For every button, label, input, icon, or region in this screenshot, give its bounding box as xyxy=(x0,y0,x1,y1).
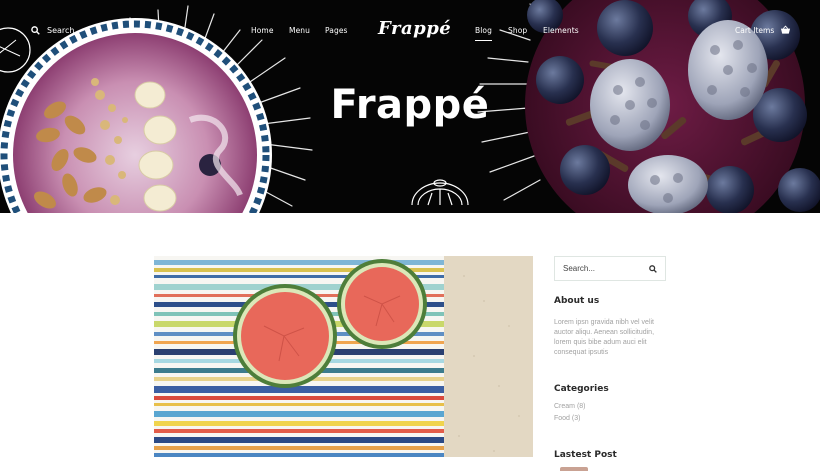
about-text: Lorem ipsn gravida nibh vel velit auctor… xyxy=(554,319,655,356)
nav-link-shop[interactable]: Shop xyxy=(508,26,527,35)
sidebar-search xyxy=(554,256,666,281)
nav-link-blog[interactable]: Blog xyxy=(475,26,492,41)
nav-link-home[interactable]: Home xyxy=(251,26,274,35)
featured-post-image[interactable] xyxy=(154,256,533,457)
latest-post-thumbnail[interactable] xyxy=(560,467,588,471)
cart-label: Cart Items xyxy=(735,25,775,35)
hero-banner: Search Home Menu Pages Frappé Blog Shop … xyxy=(0,0,820,213)
categories-widget: Categories Cream (8) Food (3) xyxy=(554,384,666,425)
nav-link-elements[interactable]: Elements xyxy=(543,26,579,35)
sidebar-search-input[interactable] xyxy=(563,264,643,273)
about-widget: About us Lorem ipsn gravida nibh vel vel… xyxy=(554,296,666,358)
nav-link-pages[interactable]: Pages xyxy=(325,26,348,35)
site-logo[interactable]: Frappé xyxy=(378,18,451,39)
main-navigation: Search Home Menu Pages Frappé Blog Shop … xyxy=(0,0,820,64)
nav-search-label: Search xyxy=(47,26,75,35)
latest-post-title: Lastest Post xyxy=(554,450,617,460)
hero-title: Frappé xyxy=(330,82,490,128)
about-title: About us xyxy=(554,296,600,306)
search-icon[interactable] xyxy=(649,264,657,273)
category-food[interactable]: Food (3) xyxy=(554,413,666,425)
categories-title: Categories xyxy=(554,384,609,394)
blog-sidebar: About us Lorem ipsn gravida nibh vel vel… xyxy=(554,256,666,471)
search-icon xyxy=(31,26,40,35)
nav-link-menu[interactable]: Menu xyxy=(289,26,310,35)
basket-icon xyxy=(781,25,791,34)
watermelon-towel-photo xyxy=(154,256,533,457)
nav-search[interactable]: Search xyxy=(31,26,74,35)
latest-post-widget: Lastest Post xyxy=(554,450,666,471)
cart-button[interactable]: Cart Items xyxy=(735,25,791,35)
category-cream[interactable]: Cream (8) xyxy=(554,401,666,413)
